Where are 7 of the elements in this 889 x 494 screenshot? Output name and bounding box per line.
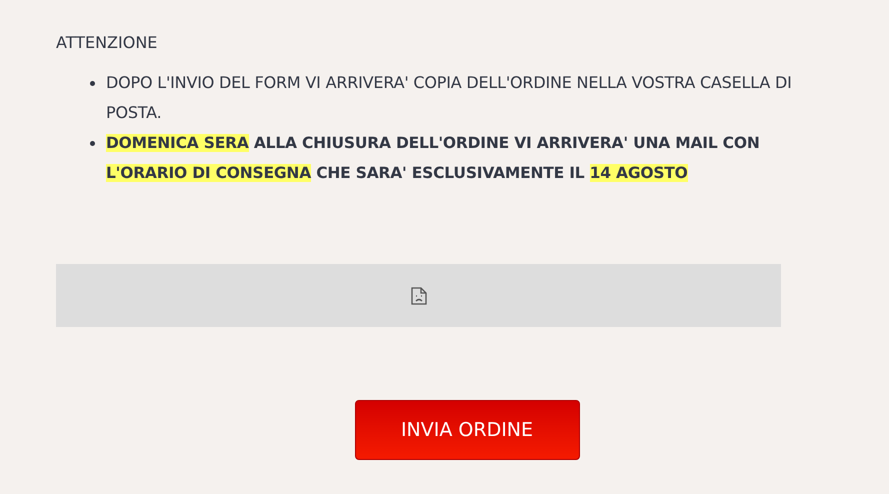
submit-order-button[interactable]: INVIA ORDINE xyxy=(354,400,580,460)
bullet-icon xyxy=(90,81,95,86)
broken-image-icon xyxy=(410,286,426,304)
notice-text: DOMENICA SERA ALLA CHIUSURA DELL'ORDINE VI ARRIVERA' UNA MAIL CON L'ORARIO DI CONSEGNA CHE SARA' ESCLUSIVAMENTE IL 14 AGOSTO xyxy=(106,133,761,184)
notice-heading: ATTENZIONE xyxy=(56,32,158,54)
notice-text: DOPO L'INVIO DEL FORM VI ARRIVERA' COPIA DELL'ORDINE NELLA VOSTRA CASELLA DI POSTA. xyxy=(106,72,793,124)
bullet-icon xyxy=(90,141,95,146)
